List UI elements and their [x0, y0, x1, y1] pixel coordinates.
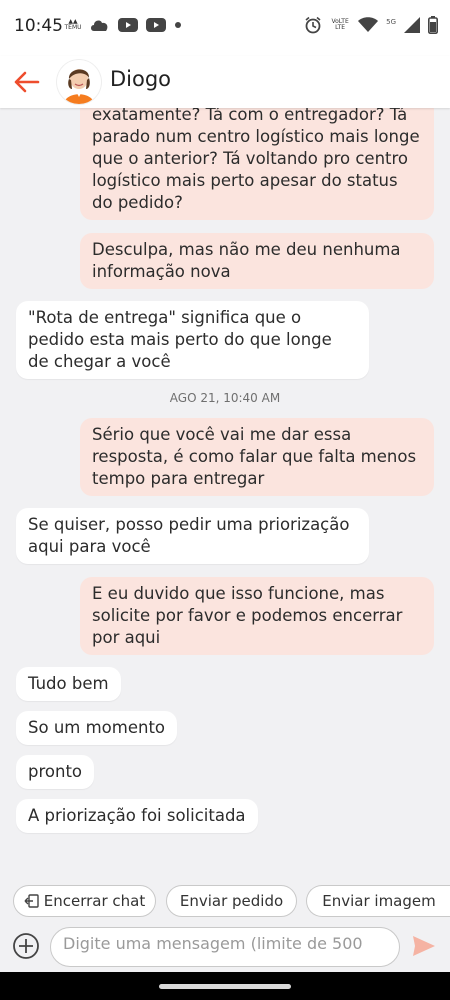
avatar[interactable] [57, 60, 101, 104]
chat-header: Diogo [0, 56, 450, 108]
agent-message-bubble: A priorização foi solicitada [16, 799, 258, 833]
message-text: A priorização foi solicitada [28, 806, 246, 825]
wifi-icon [358, 17, 379, 32]
dot-icon [175, 22, 181, 28]
agent-message-bubble: Tudo bem [16, 667, 121, 701]
battery-icon [428, 16, 438, 34]
youtube-icon [118, 18, 138, 32]
agent-message-bubble: So um momento [16, 711, 178, 745]
end-chat-label: Encerrar chat [43, 892, 146, 910]
contact-name: Diogo [110, 67, 172, 91]
status-time: 10:45 [14, 16, 63, 36]
message-text: So um momento [28, 718, 166, 737]
message-input[interactable]: Digite uma mensagem (limite de 500 [50, 927, 400, 967]
temu-icon: ▲▲ TEMU [64, 18, 82, 31]
message-text: Desculpa, mas não me deu nenhuma informa… [92, 240, 401, 281]
send-order-button[interactable]: Enviar pedido [166, 885, 297, 917]
message-text: Tudo bem [28, 674, 109, 693]
send-image-button[interactable]: Enviar imagem [306, 885, 450, 917]
youtube-icon [146, 18, 166, 32]
message-text: pronto [28, 762, 83, 781]
my-message-bubble: Sério que você vai me dar essa resposta,… [80, 418, 434, 496]
signal-icon [404, 17, 420, 33]
send-image-label: Enviar imagem [322, 892, 436, 910]
message-input-placeholder: Digite uma mensagem (limite de 500 [63, 934, 363, 953]
system-navigation-bar [0, 972, 450, 1000]
message-text: "Rota de entrega" significa que o pedido… [28, 308, 332, 371]
system-icons: VoLTE LTE 5G [304, 16, 438, 34]
agent-message-bubble: pronto [16, 755, 95, 789]
my-message-bubble: E eu duvido que isso funcione, mas solic… [80, 577, 434, 655]
volte-icon: VoLTE LTE [331, 18, 349, 31]
send-icon[interactable] [411, 933, 437, 959]
back-arrow-icon[interactable] [10, 65, 44, 99]
send-order-label: Enviar pedido [179, 892, 284, 910]
add-attachment-icon[interactable] [12, 932, 40, 960]
agent-avatar-icon [57, 60, 101, 104]
end-chat-button[interactable]: Encerrar chat [13, 885, 156, 917]
message-composer: Digite uma mensagem (limite de 500 [0, 924, 450, 972]
message-text: Se quiser, posso pedir uma priorização a… [28, 515, 350, 556]
cloud-icon [91, 20, 108, 31]
quick-actions-bar: Encerrar chat Enviar pedido Enviar image… [0, 878, 450, 924]
notification-icons: ▲▲ TEMU [64, 18, 182, 32]
my-message-bubble: Desculpa, mas não me deu nenhuma informa… [80, 233, 434, 289]
status-bar: 10:45 ▲▲ TEMU VoLTE LTE 5G [0, 0, 450, 56]
message-list[interactable]: exatamente? Tá com o entregador? Tá para… [0, 108, 450, 878]
message-text: Sério que você vai me dar essa resposta,… [92, 425, 417, 488]
exit-icon [24, 894, 39, 908]
message-text: E eu duvido que isso funcione, mas solic… [92, 584, 403, 647]
message-timestamp: AGO 21, 10:40 AM [169, 391, 281, 405]
alarm-icon [305, 16, 321, 34]
home-gesture-handle[interactable] [159, 984, 291, 989]
agent-message-bubble: "Rota de entrega" significa que o pedido… [16, 301, 369, 379]
my-message-bubble: exatamente? Tá com o entregador? Tá para… [80, 108, 434, 220]
message-text: exatamente? Tá com o entregador? Tá para… [92, 108, 420, 212]
network-type-label: 5G [386, 18, 396, 26]
temu-label: TEMU [64, 24, 82, 31]
agent-message-bubble: Se quiser, posso pedir uma priorização a… [16, 508, 369, 564]
